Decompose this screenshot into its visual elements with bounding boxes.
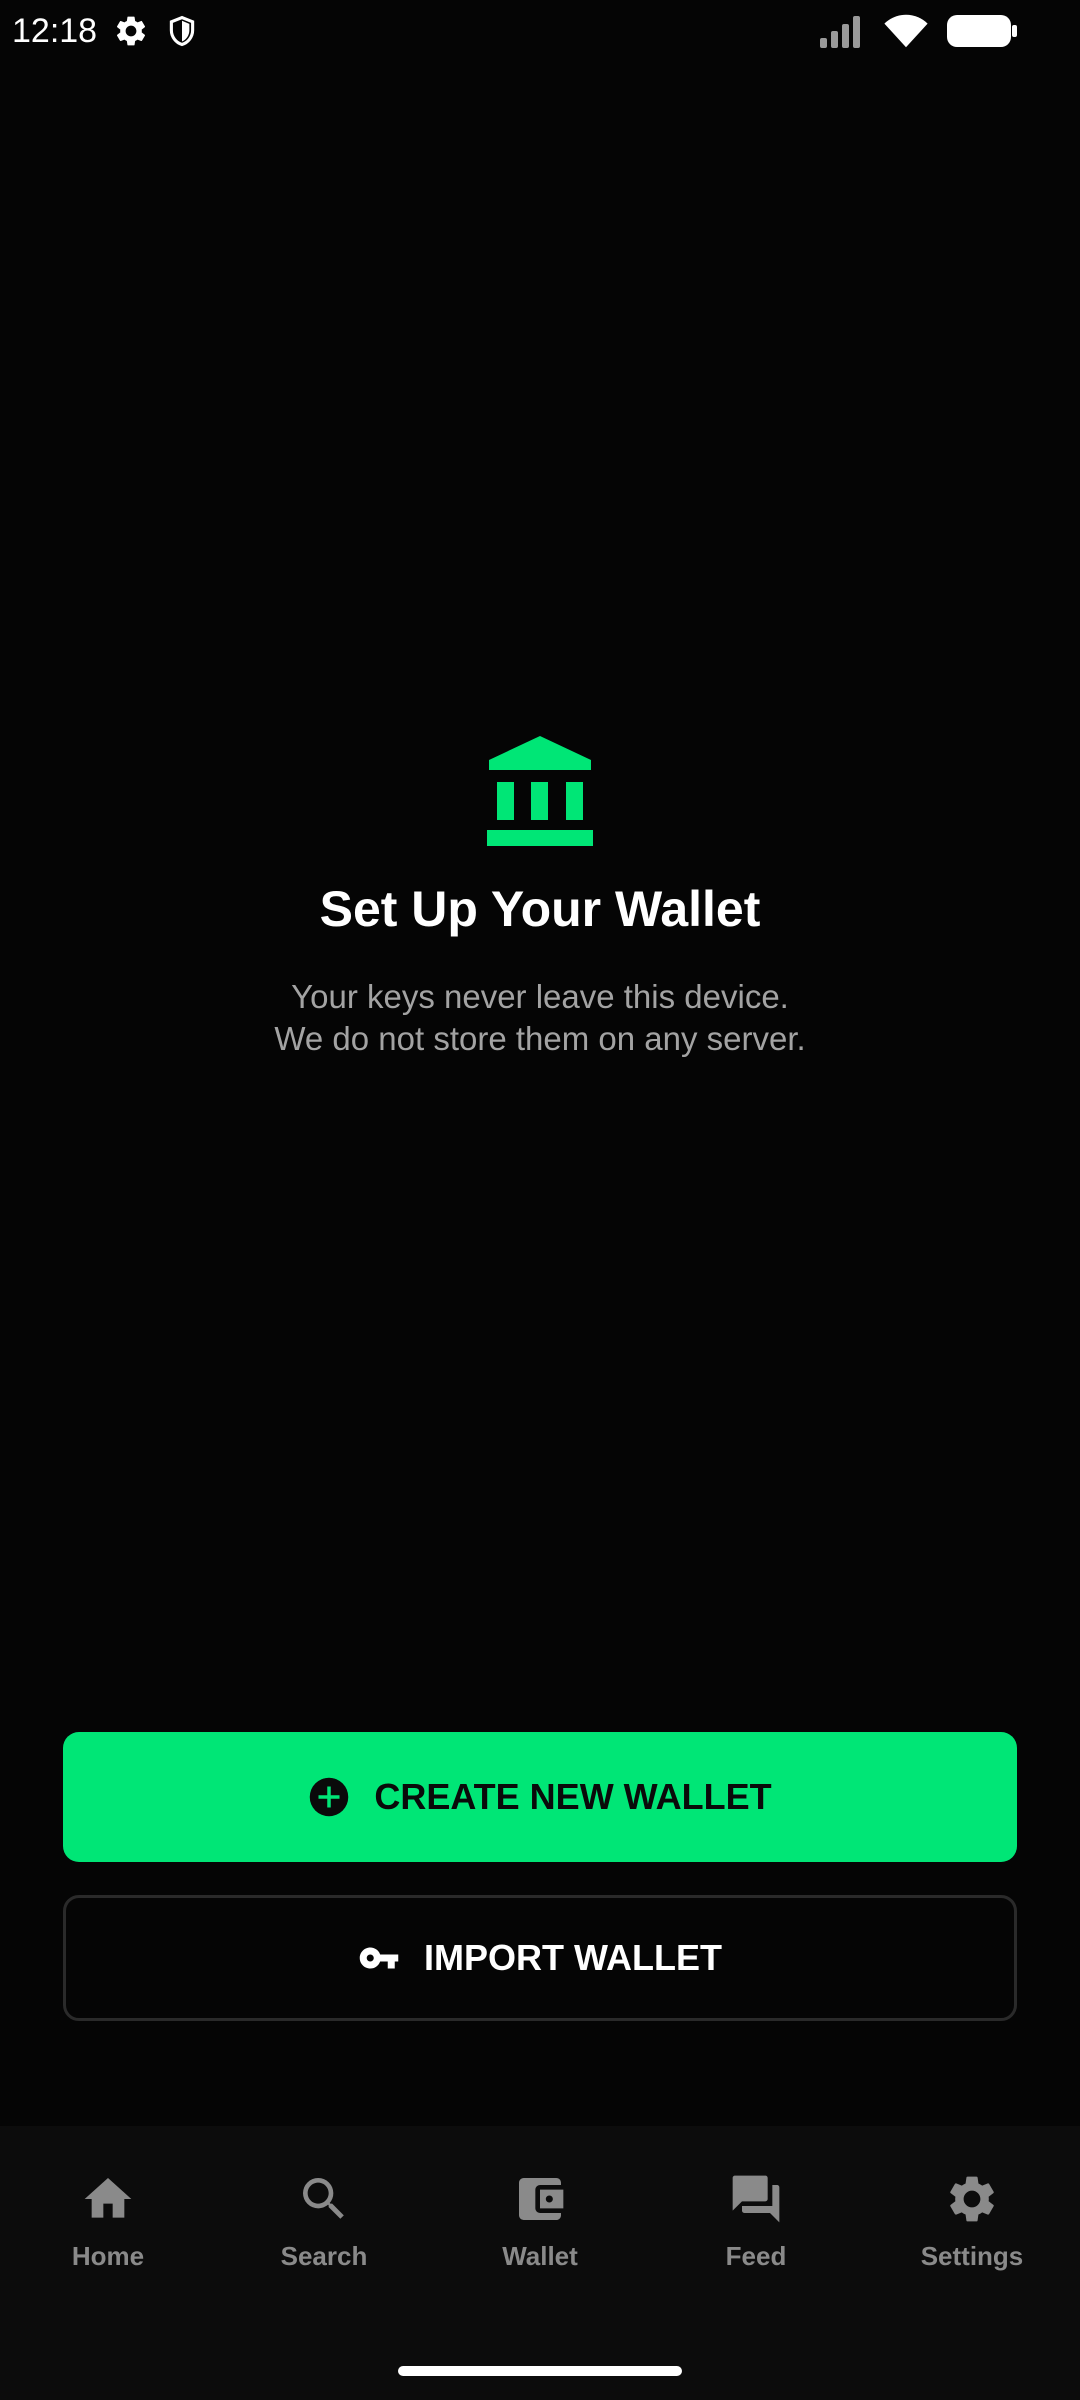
wallet-setup-empty-state: Set Up Your Wallet Your keys never leave… <box>0 730 1080 1060</box>
page-title: Set Up Your Wallet <box>319 881 761 937</box>
wifi-icon <box>884 14 928 48</box>
nav-label-search: Search <box>280 2240 368 2271</box>
hero-subtitle: Your keys never leave this device. We do… <box>274 976 805 1060</box>
search-icon <box>303 2177 344 2219</box>
nav-item-wallet[interactable]: Wallet <box>432 2126 648 2316</box>
nav-label-settings: Settings <box>920 2240 1024 2271</box>
nav-label-feed: Feed <box>725 2240 787 2271</box>
nav-item-home[interactable]: Home <box>0 2126 216 2316</box>
hero-subtitle-line-2: We do not store them on any server. <box>274 1020 806 1057</box>
hero-subtitle-line-1: Your keys never leave this device. <box>291 978 789 1015</box>
nav-item-feed[interactable]: Feed <box>648 2126 864 2316</box>
import-wallet-label: IMPORT WALLET <box>424 1937 722 1978</box>
home-icon <box>84 2177 132 2218</box>
nav-item-search[interactable]: Search <box>216 2126 432 2316</box>
nav-item-settings[interactable]: Settings <box>864 2126 1080 2316</box>
bottom-nav-items: Home Search Wallet Feed Settings <box>0 2126 1080 2316</box>
settings-icon <box>950 2176 994 2221</box>
status-bar: 12:18 <box>0 0 1080 62</box>
nav-label-wallet: Wallet <box>502 2240 578 2271</box>
signal-icon <box>820 16 860 48</box>
wallet-icon <box>519 2177 564 2220</box>
key-icon <box>359 1947 399 1969</box>
status-left: 12:18 <box>12 12 199 51</box>
create-new-wallet-label: CREATE NEW WALLET <box>374 1776 772 1817</box>
status-right <box>818 13 1068 49</box>
add-circle-icon <box>310 1777 349 1817</box>
battery-icon <box>947 15 1017 47</box>
create-new-wallet-button[interactable]: CREATE NEW WALLET <box>63 1732 1017 1862</box>
nav-label-home: Home <box>71 2240 145 2271</box>
home-indicator[interactable] <box>398 2366 682 2376</box>
settings-gear-icon <box>117 16 146 46</box>
bottom-navigation: Home Search Wallet Feed Settings <box>0 2126 1080 2400</box>
import-wallet-button[interactable]: IMPORT WALLET <box>63 1895 1017 2021</box>
status-time: 12:18 <box>12 11 98 50</box>
forum-icon <box>732 2175 780 2222</box>
bank-icon <box>487 736 593 846</box>
shield-icon <box>169 15 195 47</box>
